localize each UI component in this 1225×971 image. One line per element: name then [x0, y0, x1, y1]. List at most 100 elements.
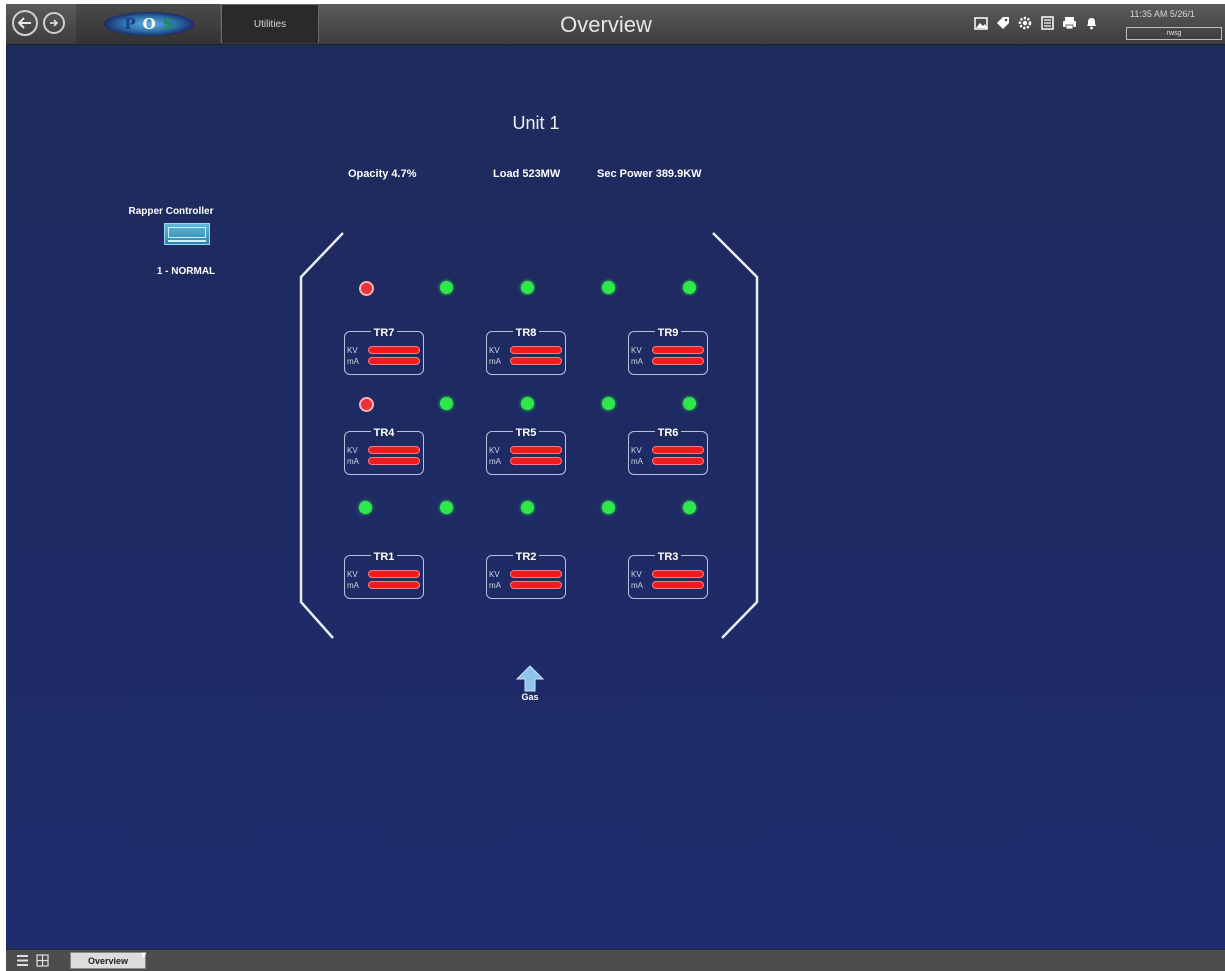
clock-datetime: 11:35 AM 5/26/1: [1130, 9, 1195, 19]
transformer-name: TR6: [628, 427, 708, 439]
kv-label: KV: [631, 570, 642, 579]
logo-letter-p: P: [124, 15, 136, 33]
transformer-tr1[interactable]: TR1 KV mA: [344, 551, 424, 599]
ma-label: mA: [347, 457, 359, 466]
kv-label: KV: [347, 446, 358, 455]
ma-label: mA: [489, 581, 501, 590]
kv-bar: [510, 570, 562, 578]
kv-bar: [368, 570, 420, 578]
transformer-name: TR7: [344, 327, 424, 339]
arrow-right-icon: [50, 19, 59, 27]
field-status-indicator[interactable]: [683, 397, 696, 410]
ma-bar: [652, 357, 704, 365]
field-status-indicator[interactable]: [521, 281, 534, 294]
field-status-indicator[interactable]: [683, 281, 696, 294]
ma-label: mA: [489, 457, 501, 466]
transformer-tr2[interactable]: TR2 KV mA: [486, 551, 566, 599]
field-status-indicator[interactable]: [359, 397, 374, 412]
user-field[interactable]: rwsg: [1126, 27, 1222, 40]
toolbar-icons: [973, 15, 1099, 33]
pin-icon[interactable]: ▼: [139, 950, 148, 960]
field-status-indicator[interactable]: [683, 501, 696, 514]
rapper-controller-label: Rapper Controller: [128, 206, 214, 217]
field-status-indicator[interactable]: [602, 501, 615, 514]
back-button[interactable]: [12, 10, 38, 36]
ma-label: mA: [631, 581, 643, 590]
logo-letter-s: S: [162, 15, 174, 33]
sec-power-readout: Sec Power 389.9KW: [597, 168, 702, 180]
rapper-controller-icon[interactable]: [164, 223, 210, 245]
load-readout: Load 523MW: [493, 168, 561, 180]
list-view-icon[interactable]: [16, 954, 29, 967]
rapper-controller-status: 1 - NORMAL: [156, 266, 216, 277]
gas-flow-arrow-icon: [515, 665, 545, 692]
ma-bar: [368, 357, 420, 365]
field-status-indicator[interactable]: [521, 397, 534, 410]
bell-icon[interactable]: [1083, 15, 1099, 31]
forward-button[interactable]: [43, 12, 65, 34]
kv-label: KV: [489, 346, 500, 355]
field-status-indicator[interactable]: [359, 281, 374, 296]
kv-bar: [510, 346, 562, 354]
kv-bar: [510, 446, 562, 454]
transformer-tr4[interactable]: TR4 KV mA: [344, 427, 424, 475]
transformer-name: TR3: [628, 551, 708, 563]
bottom-bar: Overview ▼: [6, 949, 1225, 971]
field-status-indicator[interactable]: [521, 501, 534, 514]
opacity-readout: Opacity 4.7%: [348, 168, 417, 180]
page-title: Overview: [560, 12, 652, 37]
field-status-indicator[interactable]: [440, 397, 453, 410]
document-icon[interactable]: [1039, 15, 1055, 31]
ma-bar: [510, 357, 562, 365]
overview-canvas: Unit 1 Opacity 4.7% Load 523MW Sec Power…: [6, 45, 1225, 949]
app-window: P O S Utilities Overview 11:35 AM 5/26/1…: [6, 4, 1225, 971]
transformer-name: TR4: [344, 427, 424, 439]
utilities-tab[interactable]: Utilities: [221, 4, 319, 43]
kv-label: KV: [347, 346, 358, 355]
tag-icon[interactable]: [995, 15, 1011, 31]
kv-bar: [652, 446, 704, 454]
transformer-tr5[interactable]: TR5 KV mA: [486, 427, 566, 475]
kv-bar: [368, 346, 420, 354]
ma-bar: [652, 457, 704, 465]
transformer-tr6[interactable]: TR6 KV mA: [628, 427, 708, 475]
clock-panel: 11:35 AM 5/26/1 rwsg: [1124, 7, 1225, 41]
transformer-name: TR8: [486, 327, 566, 339]
kv-bar: [652, 346, 704, 354]
transformer-name: TR5: [486, 427, 566, 439]
transformer-tr3[interactable]: TR3 KV mA: [628, 551, 708, 599]
overview-tab[interactable]: Overview ▼: [70, 950, 148, 969]
pos-logo: P O S: [104, 12, 194, 36]
field-status-indicator[interactable]: [359, 501, 372, 514]
unit-title: Unit 1: [512, 113, 560, 133]
ma-bar: [368, 457, 420, 465]
ma-bar: [652, 581, 704, 589]
transformer-tr9[interactable]: TR9 KV mA: [628, 327, 708, 375]
gear-icon[interactable]: [1017, 15, 1033, 31]
grid-view-icon[interactable]: [36, 954, 49, 967]
ma-label: mA: [347, 357, 359, 366]
ma-bar: [368, 581, 420, 589]
transformer-name: TR2: [486, 551, 566, 563]
gas-flow-label: Gas: [521, 692, 539, 702]
top-bar: P O S Utilities Overview 11:35 AM 5/26/1…: [6, 4, 1225, 45]
field-status-indicator[interactable]: [602, 397, 615, 410]
kv-bar: [368, 446, 420, 454]
kv-label: KV: [631, 346, 642, 355]
ma-label: mA: [631, 357, 643, 366]
field-status-indicator[interactable]: [440, 501, 453, 514]
ma-label: mA: [489, 357, 501, 366]
logo-letter-o: O: [142, 15, 156, 33]
arrow-left-icon: [18, 17, 31, 29]
transformer-tr8[interactable]: TR8 KV mA: [486, 327, 566, 375]
logo-container: P O S: [76, 4, 220, 44]
printer-icon[interactable]: [1061, 15, 1077, 31]
field-status-indicator[interactable]: [602, 281, 615, 294]
ma-bar: [510, 581, 562, 589]
field-status-indicator[interactable]: [440, 281, 453, 294]
kv-bar: [652, 570, 704, 578]
transformer-tr7[interactable]: TR7 KV mA: [344, 327, 424, 375]
transformer-name: TR1: [344, 551, 424, 563]
picture-icon[interactable]: [973, 15, 989, 31]
overview-tab-label: Overview: [87, 955, 129, 966]
